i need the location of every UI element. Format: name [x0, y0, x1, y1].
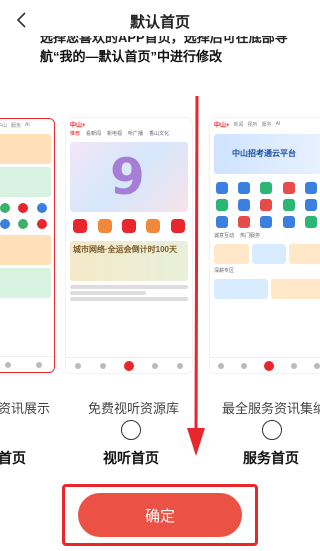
- page-title: 默认首页: [129, 14, 190, 31]
- preview-icon: [238, 199, 251, 211]
- preview-banner: 中山招考通云平台: [214, 134, 320, 174]
- preview-card-service[interactable]: 中山+ 新闻 视听 服务 AI 中山招考通云平台 诚意互动 热门服务 深耕专区: [210, 118, 320, 373]
- down-arrow-annotation-icon: [187, 96, 205, 456]
- tab-dot: [152, 362, 159, 369]
- preview-tabbar: [66, 357, 192, 373]
- tab-dot: [35, 361, 42, 368]
- preview-tabbar: [210, 357, 320, 373]
- preview-icon: [304, 182, 317, 194]
- preview-icon: [260, 182, 273, 194]
- preview-icon: [282, 199, 295, 211]
- option-label-audiovisual[interactable]: 视听首页: [103, 448, 159, 468]
- preview-icon-row: [66, 215, 192, 237]
- preview-icon: [0, 219, 11, 229]
- preview-news-line: [70, 285, 188, 289]
- preview-icon: [73, 219, 88, 233]
- radio-audiovisual[interactable]: [121, 420, 141, 440]
- option-label-service[interactable]: 服务首页: [243, 448, 299, 468]
- preview-icon: [216, 182, 228, 194]
- preview-banner: 9: [70, 142, 188, 212]
- tab-dot: [99, 362, 106, 369]
- preview-image: [0, 268, 51, 298]
- mini-topbar: 中山+: [66, 118, 192, 130]
- option-description-service: 最全服务资讯集纳: [222, 401, 320, 416]
- preview-icon-row: [0, 216, 54, 232]
- description-line2: 航“我的—默认首页”中进行修改: [40, 49, 223, 64]
- tab-dot-center: [263, 360, 274, 371]
- mini-topbar: 中山服务AI: [0, 119, 54, 131]
- description-line1: 选择您喜欢的APP首页，选择后可在底部导: [40, 36, 288, 45]
- option-description-audiovisual: 免费视听资源库: [88, 401, 180, 416]
- preview-icon: [0, 203, 11, 213]
- tab-dot: [176, 362, 183, 369]
- preview-tiles: [210, 276, 320, 302]
- tab-dot: [75, 362, 82, 369]
- preview-card-audiovisual[interactable]: 中山+ 推荐 看新闻 新电视 听广播 香山文化 9 城市网络·全运会倒计时100…: [66, 118, 192, 373]
- preview-news-line: [70, 291, 146, 295]
- option-description-news: 资讯展示: [0, 401, 51, 416]
- preview-icon: [18, 219, 29, 229]
- option-label-news[interactable]: 首页: [0, 448, 26, 468]
- preview-icon: [282, 182, 295, 194]
- preview-icon: [36, 219, 47, 229]
- preview-tile: [214, 244, 249, 264]
- preview-icon: [304, 199, 317, 211]
- preview-section-labels: 诚意互动 热门服务: [214, 233, 261, 239]
- tab-dot-center: [123, 360, 134, 371]
- app-logo: 中山+: [214, 122, 230, 129]
- tab-dot: [241, 362, 248, 369]
- description: 选择您喜欢的APP首页，选择后可在底部导 航“我的—默认首页”中进行修改: [40, 36, 310, 66]
- preview-image: [0, 235, 51, 265]
- preview-icon: [260, 199, 273, 211]
- preview-icon: [36, 203, 47, 213]
- tab-dot: [218, 362, 225, 369]
- app-logo: 中山+: [70, 122, 86, 129]
- preview-icon-grid: [210, 178, 320, 232]
- preview-banner: [0, 167, 51, 197]
- header: 默认首页: [0, 0, 320, 40]
- preview-tabbar: [0, 356, 54, 372]
- preview-icon: [282, 216, 295, 228]
- mini-topbar: 中山+ 新闻 视听 服务 AI: [210, 118, 320, 130]
- preview-tile: [214, 279, 268, 299]
- homepage-preview-carousel[interactable]: 中山服务AI 中山+ 推荐 看新闻 新电视 听广播 香山文化: [0, 118, 320, 373]
- preview-icon: [121, 219, 136, 233]
- radio-service[interactable]: [262, 420, 282, 440]
- preview-promo-banner: 城市网络·全运会倒计时100天: [70, 241, 188, 281]
- preview-icon-row: [0, 200, 54, 216]
- tab-dot: [313, 362, 320, 369]
- preview-icon: [216, 216, 228, 228]
- preview-icon: [18, 203, 29, 213]
- preview-section-label: 深耕专区: [214, 268, 235, 274]
- preview-icon: [97, 219, 112, 233]
- preview-icon: [238, 182, 251, 194]
- preview-icon: [260, 216, 273, 228]
- preview-icon: [216, 199, 228, 211]
- preview-banner: [0, 134, 51, 164]
- mini-tabs: 推荐 看新闻 新电视 听广播 香山文化: [70, 131, 170, 137]
- preview-icon: [146, 219, 161, 233]
- confirm-button[interactable]: 确定: [78, 493, 242, 537]
- preview-tile: [251, 244, 287, 264]
- preview-tile: [270, 279, 320, 299]
- preview-tile: [289, 244, 320, 264]
- preview-news-line: [70, 297, 188, 301]
- preview-tiles: [210, 241, 320, 267]
- preview-icon: [238, 216, 251, 228]
- preview-icon: [304, 216, 317, 228]
- tab-dot: [5, 361, 12, 368]
- preview-icon: [170, 219, 185, 233]
- tab-dot: [290, 362, 297, 369]
- preview-card-news[interactable]: 中山服务AI: [0, 118, 55, 373]
